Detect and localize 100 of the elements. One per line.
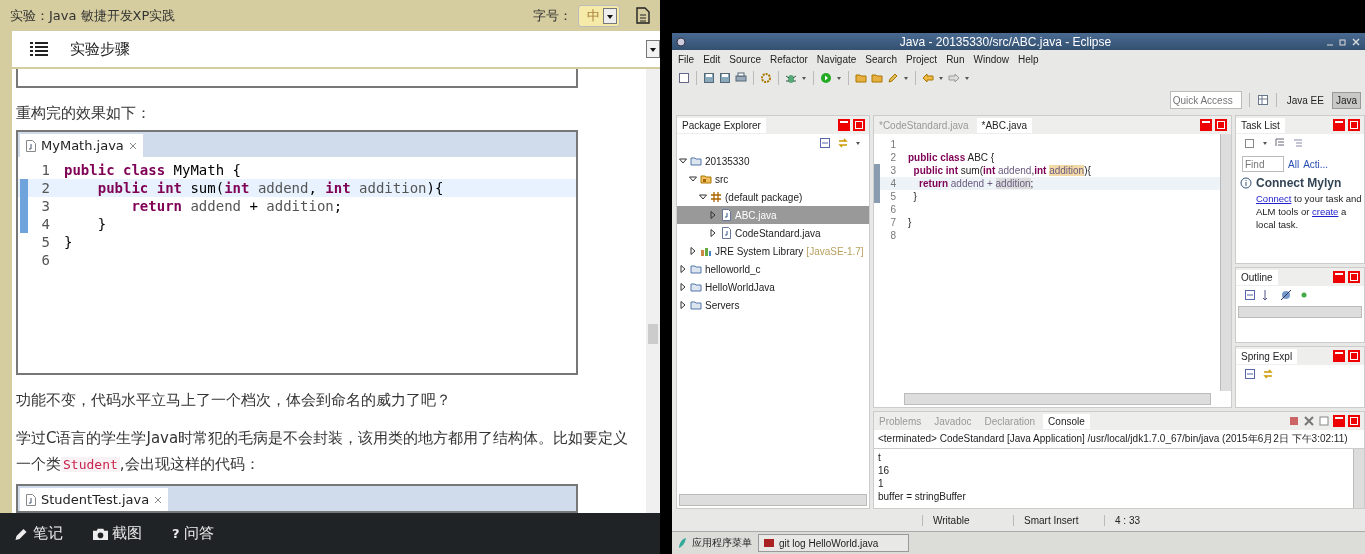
find-field[interactable]: Find <box>1242 156 1284 172</box>
tree-item[interactable]: helloworld_c <box>677 260 869 278</box>
minimize-icon[interactable] <box>838 119 850 131</box>
action-button[interactable]: 笔记 <box>14 524 63 543</box>
maximize-icon[interactable] <box>853 119 865 131</box>
scrollbar[interactable] <box>1353 449 1364 508</box>
collapse-arrow-icon[interactable] <box>679 157 687 165</box>
link[interactable]: Connect <box>1256 193 1292 204</box>
document-icon[interactable] <box>636 7 650 24</box>
terminal-icon <box>763 537 775 549</box>
view-tab[interactable]: Package Explorer <box>677 117 766 133</box>
save-icon[interactable] <box>719 72 731 84</box>
view-tab[interactable]: Outline <box>1236 269 1278 285</box>
close-icon[interactable] <box>128 141 137 150</box>
menu-item[interactable]: File <box>678 53 695 65</box>
tree-item[interactable]: src <box>677 170 869 188</box>
quick-access-field[interactable]: Quick Access <box>1169 91 1242 109</box>
scrollbar[interactable] <box>1220 134 1231 391</box>
open-perspective-icon[interactable] <box>1256 94 1269 106</box>
expand-arrow-icon[interactable] <box>709 211 717 219</box>
arrow-left-icon[interactable] <box>922 72 934 84</box>
minimize-icon[interactable] <box>1333 271 1345 283</box>
mylyn-message: Connect to your task and ALM tools or create a local task. <box>1256 192 1362 231</box>
pin-icon[interactable] <box>1318 415 1330 427</box>
scrollbar[interactable] <box>679 494 867 506</box>
scrollbar[interactable] <box>904 393 1211 405</box>
collapse-arrow-icon[interactable] <box>699 193 707 201</box>
perspective-button[interactable]: Java <box>1331 91 1361 109</box>
bug-icon[interactable] <box>785 72 797 84</box>
close-icon[interactable] <box>154 495 163 504</box>
run-icon[interactable] <box>820 72 832 84</box>
menu-item[interactable]: Project <box>906 53 938 65</box>
maximize-icon[interactable] <box>1215 119 1227 131</box>
folder-icon[interactable] <box>871 72 883 84</box>
collapse-all-icon[interactable] <box>1244 289 1256 301</box>
perspective-button[interactable]: Java EE <box>1283 92 1327 108</box>
link-icon[interactable] <box>1262 368 1274 380</box>
menu-item[interactable]: Source <box>729 53 762 65</box>
scrollbar[interactable] <box>646 69 660 513</box>
filter-link[interactable]: All <box>1288 158 1300 170</box>
tree-label: (default package) <box>725 191 803 203</box>
link[interactable]: create <box>1311 206 1339 217</box>
minimize-icon[interactable] <box>1333 119 1345 131</box>
view-tab[interactable]: Task List <box>1236 117 1285 133</box>
taskbar-window[interactable]: git log HelloWorld.java <box>758 534 910 552</box>
terminate-icon[interactable] <box>1288 415 1300 427</box>
pencil-icon[interactable] <box>887 72 899 84</box>
action-button[interactable]: ? 问答 <box>172 524 214 543</box>
menu-item[interactable]: Help <box>1018 53 1039 65</box>
tree-item[interactable]: JRE System Library [JavaSE-1.7] <box>677 242 869 260</box>
editor-tab[interactable]: *ABC.java <box>976 117 1033 133</box>
expand-arrow-icon[interactable] <box>689 247 697 255</box>
menu-item[interactable]: Search <box>865 53 897 65</box>
scrollbar[interactable] <box>1238 306 1362 318</box>
maximize-icon[interactable] <box>1348 119 1360 131</box>
filter-link[interactable]: Acti... <box>1303 158 1329 170</box>
line-number: 4 <box>40 215 50 233</box>
minimize-icon[interactable] <box>1333 415 1345 427</box>
printer-icon[interactable] <box>735 72 747 84</box>
expand-arrow-icon[interactable] <box>679 283 687 291</box>
hide-fields-icon[interactable] <box>1280 289 1292 301</box>
menu-item[interactable]: Navigate <box>816 53 857 65</box>
action-button[interactable]: 截图 <box>93 524 142 543</box>
code-text: } <box>64 233 73 251</box>
menu-item[interactable]: Edit <box>703 53 721 65</box>
tree-item[interactable]: CodeStandard.java <box>677 224 869 242</box>
tree-item[interactable]: (default package) <box>677 188 869 206</box>
view-tab[interactable]: Console <box>1043 413 1090 429</box>
save-icon[interactable] <box>703 72 715 84</box>
collapse-arrow-icon[interactable] <box>689 175 697 183</box>
link-icon[interactable] <box>837 137 849 149</box>
tree-item[interactable]: 20135330 <box>677 152 869 170</box>
maximize-icon[interactable] <box>1348 415 1360 427</box>
tree-item[interactable]: Servers <box>677 296 869 314</box>
expand-arrow-icon[interactable] <box>679 301 687 309</box>
collapse-all-icon[interactable] <box>1244 368 1256 380</box>
restore-icon[interactable] <box>1338 36 1348 47</box>
expand-arrow-icon[interactable] <box>679 265 687 273</box>
menu-item[interactable]: Window <box>973 53 1010 65</box>
library-icon <box>700 245 712 257</box>
collapse-all-icon[interactable] <box>819 137 831 149</box>
minimize-icon[interactable] <box>1200 119 1212 131</box>
start-menu-button[interactable]: 应用程序菜单 <box>676 536 752 550</box>
expand-arrow-icon[interactable] <box>709 229 717 237</box>
view-tab[interactable]: Spring Expl <box>1236 348 1298 364</box>
new-task-icon[interactable] <box>1244 137 1256 149</box>
menu-item[interactable]: Refactor <box>770 53 808 65</box>
folder-icon <box>690 263 702 275</box>
folder-icon[interactable] <box>855 72 867 84</box>
minimize-icon[interactable] <box>1333 350 1345 362</box>
remove-icon[interactable] <box>1303 415 1315 427</box>
java-file-icon <box>26 493 36 506</box>
tree-item[interactable]: HelloWorldJava <box>677 278 869 296</box>
maximize-icon[interactable] <box>1348 271 1360 283</box>
maximize-icon[interactable] <box>1348 350 1360 362</box>
dropdown-icon[interactable] <box>646 40 660 58</box>
menu-item[interactable]: Run <box>946 53 965 65</box>
arrow-right-icon[interactable] <box>948 72 960 84</box>
list-icon[interactable] <box>30 42 48 56</box>
new-file-icon[interactable] <box>678 72 690 84</box>
